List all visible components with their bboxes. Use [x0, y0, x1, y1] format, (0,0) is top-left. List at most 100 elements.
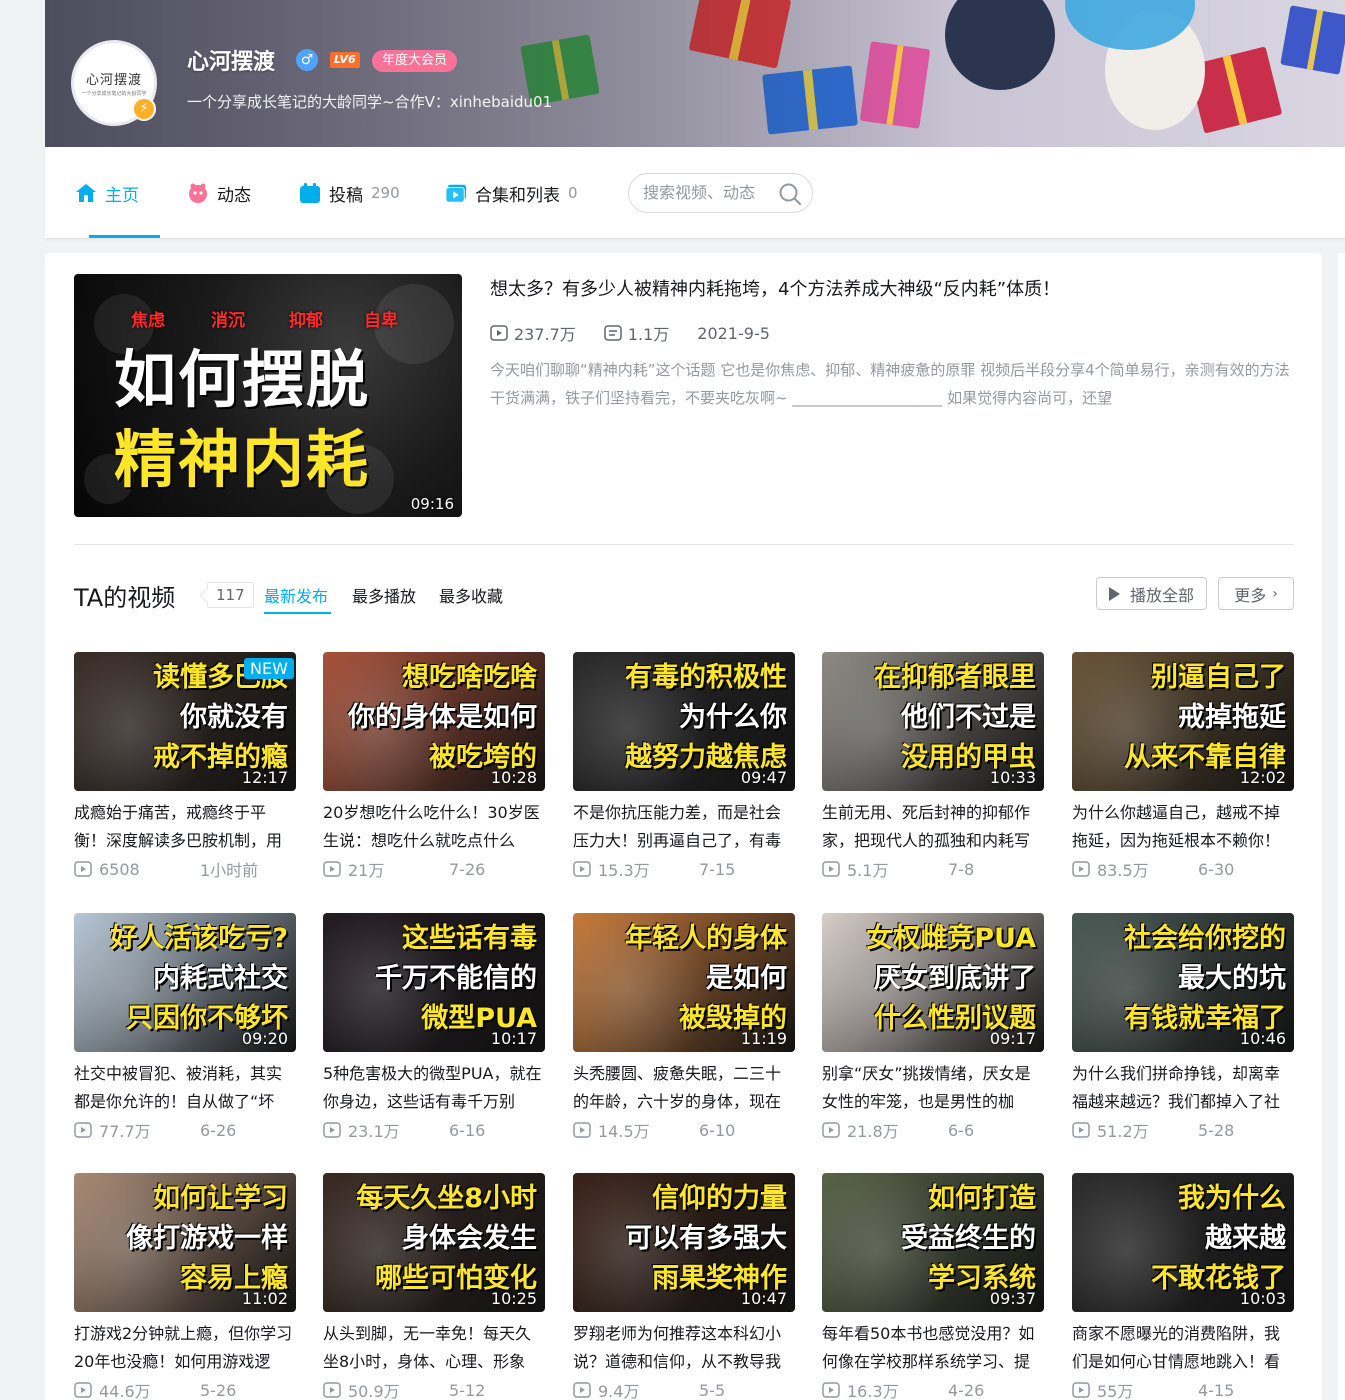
search-input[interactable] — [643, 183, 773, 202]
more-button[interactable]: 更多 › — [1218, 577, 1294, 610]
video-card[interactable]: 有毒的积极性 为什么你 越努力越焦虑 09:47 不是你抗压能力差，而是社会压力大！别再… — [573, 652, 795, 881]
tab-uploads[interactable]: 投稿 290 — [299, 180, 400, 206]
video-card[interactable]: 信仰的力量 可以有多强大 雨果奖神作 10:47 罗翔老师为何推荐这本科幻小说？道德和信… — [573, 1173, 795, 1400]
video-title[interactable]: 商家不愿曝光的消费陷阱，我们是如何心甘情愿地跳入！看 — [1072, 1320, 1294, 1376]
caption-line: 信仰的力量 — [652, 1183, 787, 1214]
video-thumbnail[interactable]: 社会给你挖的 最大的坑 有钱就幸福了 10:46 — [1072, 913, 1294, 1052]
video-card[interactable]: 好人活该吃亏? 内耗式社交 只因你不够坏 09:20 社交中被冒犯、被消耗，其实都是你允… — [74, 913, 296, 1142]
video-meta: 83.5万 6-30 — [1072, 857, 1294, 881]
video-title[interactable]: 头秃腰圆、疲惫失眠，二三十的年龄，六十岁的身体，现在 — [573, 1060, 795, 1116]
video-duration: 09:47 — [740, 768, 787, 787]
video-card[interactable]: 女权雌竞PUA 厌女到底讲了 什么性别议题 09:17 别拿“厌女”挑拨情绪，厌女是女性… — [822, 913, 1044, 1142]
dynamic-icon — [187, 182, 209, 204]
video-title[interactable]: 打游戏2分钟就上瘾，但你学习20年也没瘾！如何用游戏逻 — [74, 1320, 296, 1376]
video-plays: 5.1万 — [847, 861, 889, 880]
video-thumbnail[interactable]: 如何让学习 像打游戏一样 容易上瘾 11:02 — [74, 1173, 296, 1312]
video-meta: 51.2万 5-28 — [1072, 1118, 1294, 1142]
sort-tab-latest[interactable]: 最新发布 — [264, 583, 328, 607]
play-count-icon — [323, 1122, 341, 1138]
caption-line: 好人活该吃亏? — [110, 923, 288, 954]
video-duration: 10:46 — [1239, 1029, 1286, 1048]
video-meta: 5.1万 7-8 — [822, 857, 1044, 881]
thumbnail-caption: 别逼自己了 戒掉拖延 从来不靠自律 — [1124, 658, 1286, 778]
video-thumbnail[interactable]: 有毒的积极性 为什么你 越努力越焦虑 09:47 — [573, 652, 795, 791]
play-all-button[interactable]: 播放全部 — [1096, 577, 1207, 610]
video-thumbnail[interactable]: 信仰的力量 可以有多强大 雨果奖神作 10:47 — [573, 1173, 795, 1312]
video-meta: 16.3万 4-26 — [822, 1378, 1044, 1400]
video-plays: 9.4万 — [598, 1382, 640, 1400]
video-title[interactable]: 社交中被冒犯、被消耗，其实都是你允许的！自从做了“坏 — [74, 1060, 296, 1116]
video-thumbnail[interactable]: 每天久坐8小时 身体会发生 哪些可怕变化 10:25 — [323, 1173, 545, 1312]
lightning-icon: ⚡ — [132, 97, 156, 121]
caption-line: 内耗式社交 — [153, 963, 288, 994]
video-duration: 12:17 — [241, 768, 288, 787]
video-thumbnail[interactable]: 这些话有毒 千万不能信的 微型PUA 10:17 — [323, 913, 545, 1052]
thumbnail-caption: 好人活该吃亏? 内耗式社交 只因你不够坏 — [110, 919, 288, 1039]
thumbnail-caption: 如何打造 受益终生的 学习系统 — [901, 1179, 1036, 1299]
video-title[interactable]: 每年看50本书也感觉没用？如何像在学校那样系统学习、提 — [822, 1320, 1044, 1376]
video-card[interactable]: 如何打造 受益终生的 学习系统 09:37 每年看50本书也感觉没用？如何像在学校那样系… — [822, 1173, 1044, 1400]
video-thumbnail[interactable]: 好人活该吃亏? 内耗式社交 只因你不够坏 09:20 — [74, 913, 296, 1052]
video-duration: 09:16 — [410, 495, 454, 513]
video-date: 6-6 — [948, 1120, 975, 1140]
tab-collections[interactable]: 合集和列表 0 — [445, 180, 578, 206]
video-title[interactable]: 为什么我们拼命挣钱，却离幸福越来越远？我们都掉入了社 — [1072, 1060, 1294, 1116]
video-thumbnail[interactable]: 读懂多巴胺 你就没有 戒不掉的瘾 NEW 12:17 — [74, 652, 296, 791]
caption-line: 你的身体是如何 — [348, 702, 537, 733]
video-card[interactable]: 在抑郁者眼里 他们不过是 没用的甲虫 10:33 生前无用、死后封神的抑郁作家，把现代人… — [822, 652, 1044, 881]
sort-tab-most-favorited[interactable]: 最多收藏 — [439, 583, 503, 607]
video-title[interactable]: 别拿“厌女”挑拨情绪，厌女是女性的牢笼，也是男性的枷 — [822, 1060, 1044, 1116]
video-thumbnail[interactable]: 年轻人的身体 是如何 被毁掉的 11:19 — [573, 913, 795, 1052]
video-title[interactable]: 生前无用、死后封神的抑郁作家，把现代人的孤独和内耗写 — [822, 799, 1044, 855]
video-title[interactable]: 为什么你越逼自己，越戒不掉拖延，因为拖延根本不赖你！ — [1072, 799, 1294, 855]
cover-tag: 消沉 — [211, 311, 245, 331]
video-thumbnail[interactable]: 别逼自己了 戒掉拖延 从来不靠自律 12:02 — [1072, 652, 1294, 791]
video-card[interactable]: 我为什么 越来越 不敢花钱了 10:03 商家不愿曝光的消费陷阱，我们是如何心甘情愿地跳… — [1072, 1173, 1294, 1400]
tab-dynamic[interactable]: 动态 — [187, 180, 251, 206]
video-title[interactable]: 20岁想吃什么吃什么！30岁医生说：想吃什么就吃点什么 — [323, 799, 545, 855]
side-panel-edge — [1338, 253, 1345, 1400]
video-card[interactable]: 如何让学习 像打游戏一样 容易上瘾 11:02 打游戏2分钟就上瘾，但你学习20年也没瘾… — [74, 1173, 296, 1400]
caption-line: 每天久坐8小时 — [356, 1183, 537, 1214]
video-title[interactable]: 罗翔老师为何推荐这本科幻小说？道德和信仰，从不教导我 — [573, 1320, 795, 1376]
video-icon — [299, 182, 321, 204]
video-card[interactable]: 社会给你挖的 最大的坑 有钱就幸福了 10:46 为什么我们拼命挣钱，却离幸福越来越远？… — [1072, 913, 1294, 1142]
video-title[interactable]: 5种危害极大的微型PUA，就在你身边，这些话有毒千万别 — [323, 1060, 545, 1116]
featured-video-title[interactable]: 想太多？有多少人被精神内耗拖垮，4个方法养成大神级“反内耗”体质！ — [490, 275, 1060, 301]
video-duration: 11:19 — [740, 1029, 787, 1048]
tab-home-label: 主页 — [105, 185, 139, 206]
video-title[interactable]: 成瘾始于痛苦，戒瘾终于平衡！深度解读多巴胺机制，用 — [74, 799, 296, 855]
video-duration: 10:28 — [490, 768, 537, 787]
video-thumbnail[interactable]: 女权雌竞PUA 厌女到底讲了 什么性别议题 09:17 — [822, 913, 1044, 1052]
caption-line: 社会给你挖的 — [1124, 923, 1286, 954]
level-badge: LV6 — [330, 52, 360, 68]
video-card[interactable]: 想吃啥吃啥 你的身体是如何 被吃垮的 10:28 20岁想吃什么吃什么！30岁医生说：想… — [323, 652, 545, 881]
video-card[interactable]: 年轻人的身体 是如何 被毁掉的 11:19 头秃腰圆、疲惫失眠，二三十的年龄，六十岁的身… — [573, 913, 795, 1142]
tab-home[interactable]: 主页 — [75, 180, 139, 206]
video-plays: 16.3万 — [847, 1382, 899, 1400]
vip-badge[interactable]: 年度大会员 — [372, 50, 458, 72]
avatar[interactable]: 心河摆渡 一个分享成长笔记的大龄同学 ⚡ — [71, 40, 157, 126]
thumbnail-caption: 年轻人的身体 是如何 被毁掉的 — [625, 919, 787, 1039]
video-thumbnail[interactable]: 我为什么 越来越 不敢花钱了 10:03 — [1072, 1173, 1294, 1312]
play-count-icon — [573, 861, 591, 877]
play-count-icon — [573, 1122, 591, 1138]
video-date: 5-28 — [1198, 1120, 1235, 1140]
user-name[interactable]: 心河摆渡 — [187, 44, 275, 76]
search-icon[interactable] — [778, 182, 802, 206]
video-thumbnail[interactable]: 如何打造 受益终生的 学习系统 09:37 — [822, 1173, 1044, 1312]
video-card[interactable]: 这些话有毒 千万不能信的 微型PUA 10:17 5种危害极大的微型PUA，就在你身边，… — [323, 913, 545, 1142]
video-plays: 14.5万 — [598, 1122, 650, 1141]
featured-video-thumbnail[interactable]: 焦虑 消沉 抑郁 自卑 如何摆脱 精神内耗 09:16 — [74, 274, 462, 517]
video-thumbnail[interactable]: 在抑郁者眼里 他们不过是 没用的甲虫 10:33 — [822, 652, 1044, 791]
video-date: 6-30 — [1198, 859, 1235, 879]
video-card[interactable]: 每天久坐8小时 身体会发生 哪些可怕变化 10:25 从头到脚，无一幸免！每天久坐8小时… — [323, 1173, 545, 1400]
caption-line: 越来越 — [1205, 1223, 1286, 1254]
sort-tab-most-played[interactable]: 最多播放 — [352, 583, 416, 607]
video-thumbnail[interactable]: 想吃啥吃啥 你的身体是如何 被吃垮的 10:28 — [323, 652, 545, 791]
video-meta: 9.4万 5-5 — [573, 1378, 795, 1400]
video-title[interactable]: 不是你抗压能力差，而是社会压力大！别再逼自己了，有毒 — [573, 799, 795, 855]
video-card[interactable]: 别逼自己了 戒掉拖延 从来不靠自律 12:02 为什么你越逼自己，越戒不掉拖延，因为拖延… — [1072, 652, 1294, 881]
video-card[interactable]: 读懂多巴胺 你就没有 戒不掉的瘾 NEW 12:17 成瘾始于痛苦，戒瘾终于平衡！深度解读… — [74, 652, 296, 881]
video-title[interactable]: 从头到脚，无一幸免！每天久坐8小时，身体、心理、形象 — [323, 1320, 545, 1376]
